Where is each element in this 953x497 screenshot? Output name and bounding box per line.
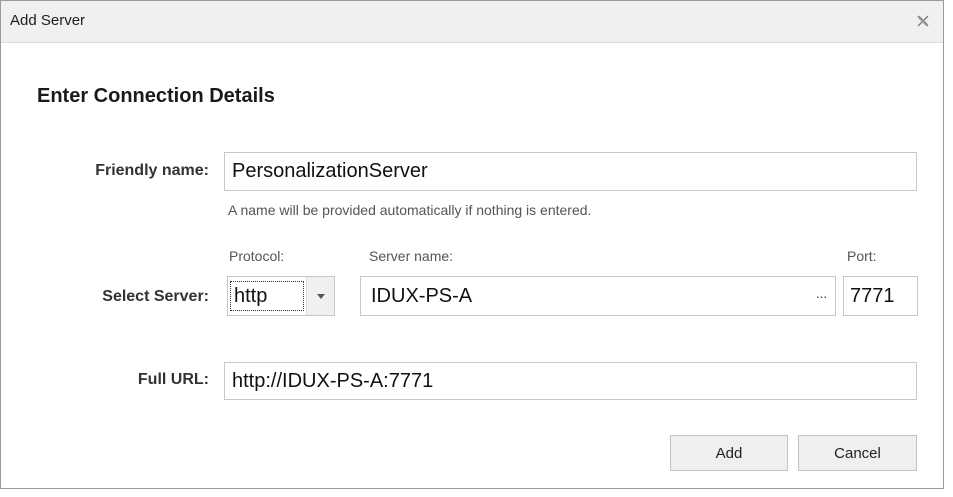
select-server-label: Select Server: (102, 288, 209, 305)
protocol-value: http (230, 281, 304, 311)
title-bar: Add Server (1, 1, 943, 43)
add-server-dialog: Add Server Enter Connection Details Frie… (0, 0, 944, 489)
friendly-name-label: Friendly name: (95, 162, 209, 179)
server-name-label: Server name: (369, 248, 454, 264)
add-button[interactable]: Add (670, 435, 788, 471)
window-edge (944, 6, 953, 497)
friendly-name-hint: A name will be provided automatically if… (228, 202, 592, 218)
close-icon (917, 15, 929, 27)
browse-servers-button[interactable]: ··· (808, 277, 834, 315)
protocol-select[interactable]: http (227, 276, 335, 316)
page-title: Enter Connection Details (37, 85, 275, 107)
port-label: Port: (847, 248, 877, 264)
protocol-dropdown-button[interactable] (306, 277, 334, 315)
cancel-button[interactable]: Cancel (798, 435, 917, 471)
friendly-name-field[interactable] (224, 152, 917, 191)
full-url-label: Full URL: (137, 371, 209, 388)
close-button[interactable] (913, 11, 933, 31)
protocol-label: Protocol: (229, 248, 285, 264)
chevron-down-icon (316, 293, 325, 299)
server-name-field[interactable] (360, 276, 836, 316)
full-url-field[interactable] (224, 362, 917, 400)
ellipsis-icon: ··· (815, 288, 828, 304)
port-field[interactable] (843, 276, 918, 316)
window-title: Add Server (10, 12, 86, 29)
